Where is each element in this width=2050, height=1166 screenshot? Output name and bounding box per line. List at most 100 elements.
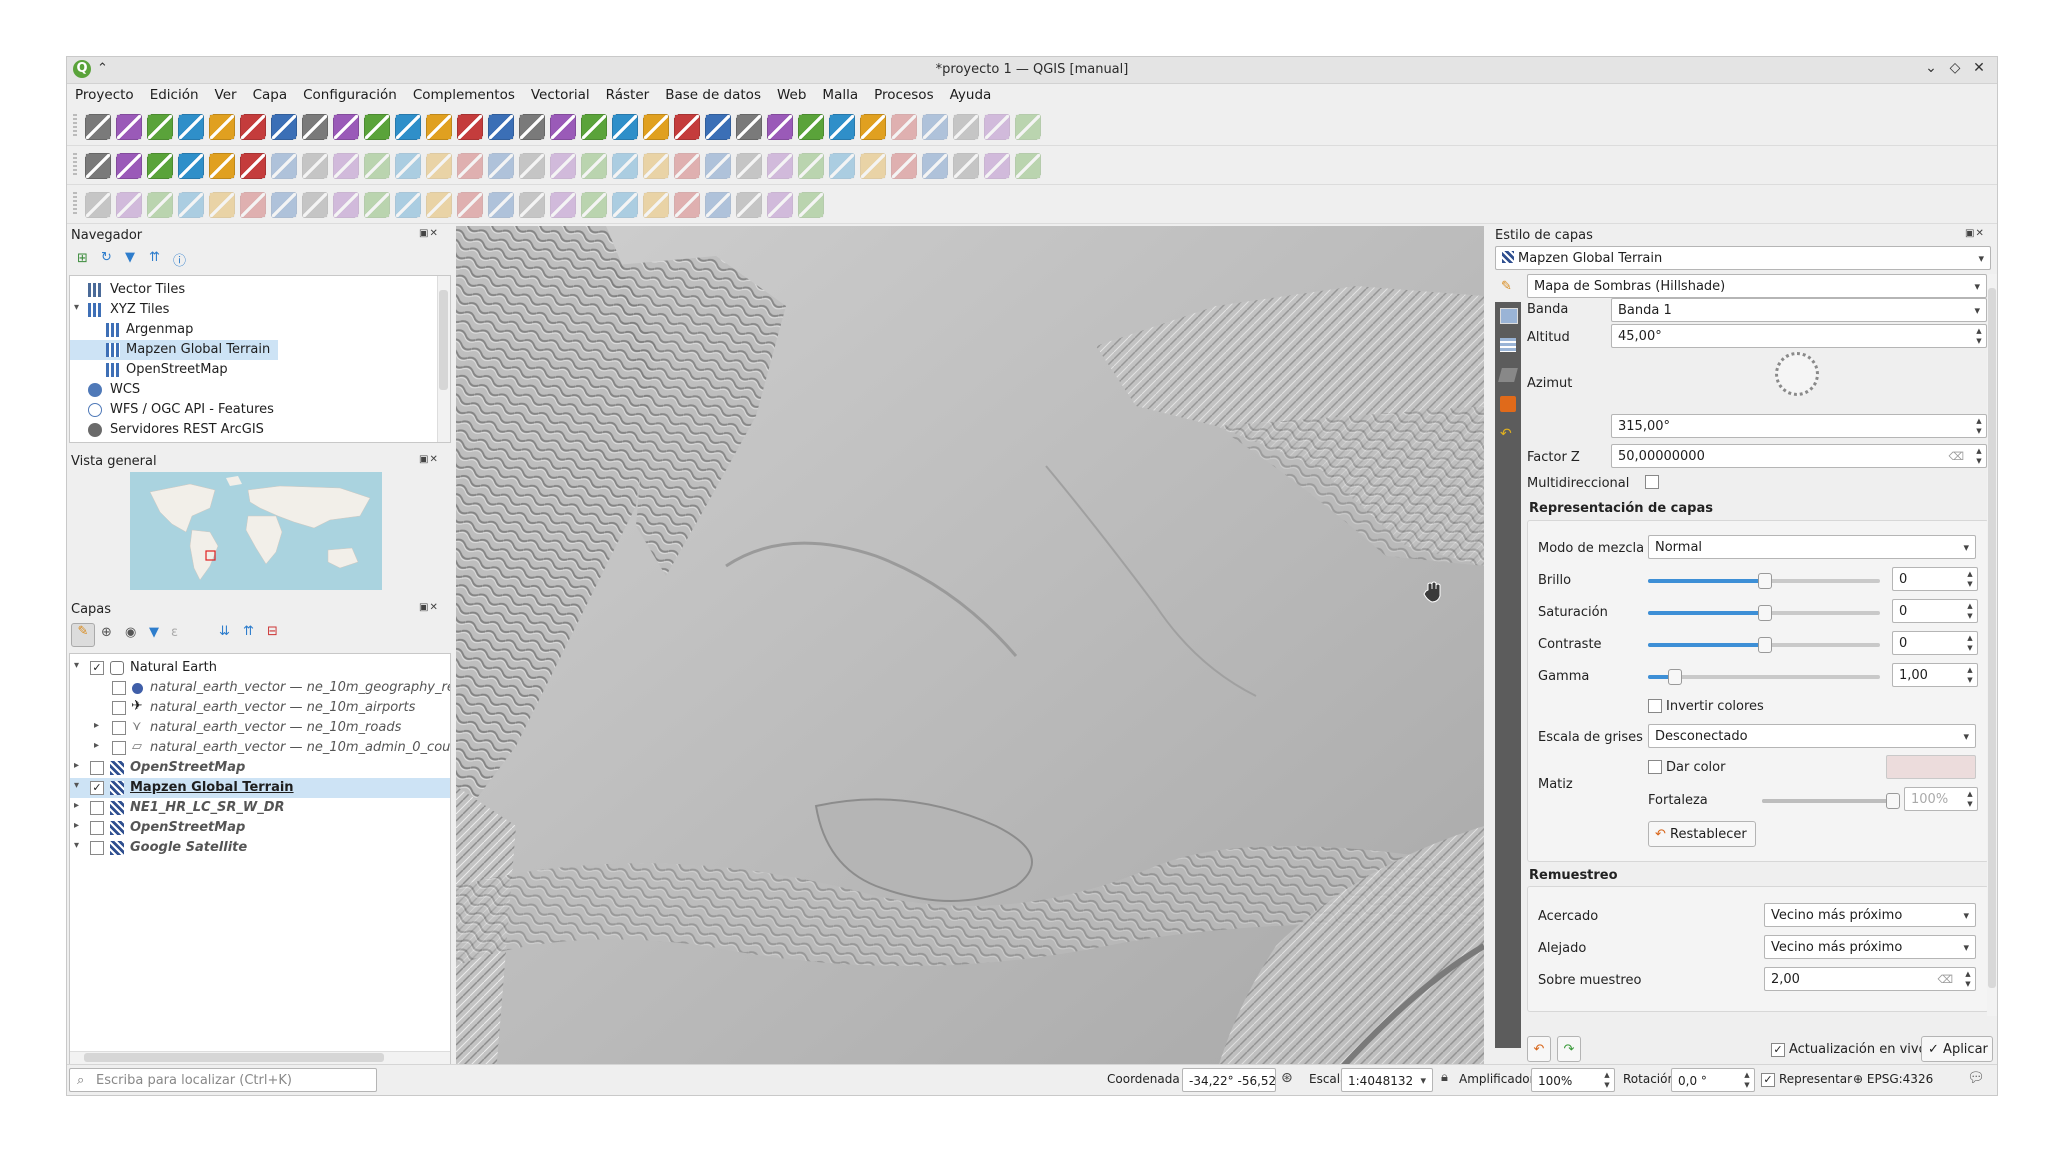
- menu-procesos[interactable]: Procesos: [866, 84, 941, 103]
- layer-item[interactable]: ▸ OpenStreetMap: [70, 818, 450, 838]
- toolbar-button-icon[interactable]: [240, 114, 266, 140]
- spin-arrows-icon[interactable]: ▲ ▼: [1965, 601, 1975, 621]
- toolbar-button-icon[interactable]: [147, 153, 173, 179]
- layer-item[interactable]: ▸ ▱ natural_earth_vector — ne_10m_admin_0_…: [70, 738, 450, 758]
- layer-group-natural-earth[interactable]: ▾ ✓ Natural Earth: [70, 658, 450, 678]
- panel-float-close-icon[interactable]: ▣✕: [419, 454, 439, 465]
- invert-colors-checkbox[interactable]: [1648, 699, 1662, 713]
- toolbar-button-icon[interactable]: [457, 192, 483, 218]
- info-icon[interactable]: ⓘ: [173, 250, 186, 269]
- toolbar-button-icon[interactable]: [519, 192, 545, 218]
- slider-handle[interactable]: [1758, 573, 1772, 589]
- clear-value-icon[interactable]: ⌫: [1948, 445, 1964, 467]
- layer-checkbox[interactable]: [112, 681, 126, 695]
- toolbar-button-icon[interactable]: [767, 192, 793, 218]
- toolbar-button-icon[interactable]: [953, 114, 979, 140]
- tree-item-xyz-tiles[interactable]: ▾ XYZ Tiles: [70, 300, 450, 320]
- menu-configuracion[interactable]: Configuración: [295, 84, 405, 103]
- slider-handle[interactable]: [1758, 637, 1772, 653]
- tree-item-arcgis-rest[interactable]: Servidores REST ArcGIS: [70, 420, 450, 440]
- spin-arrows-icon[interactable]: ▲ ▼: [1965, 789, 1975, 809]
- altitude-spinbox[interactable]: 45,00° ▲ ▼: [1611, 324, 1987, 348]
- toolbar-button-icon[interactable]: [767, 114, 793, 140]
- layer-item-selected[interactable]: ▾ ✓ Mapzen Global Terrain: [70, 778, 450, 798]
- panel-float-close-icon[interactable]: ▣✕: [1965, 228, 1985, 239]
- toolbar-button-icon[interactable]: [860, 153, 886, 179]
- zoomed-in-select[interactable]: Vecino más próximo: [1764, 903, 1976, 927]
- contrast-slider[interactable]: [1648, 637, 1880, 653]
- expanded-arrow-icon[interactable]: ▾: [74, 840, 79, 851]
- toolbar-button-icon[interactable]: [240, 192, 266, 218]
- toolbar-button-icon[interactable]: [581, 153, 607, 179]
- toolbar-button-icon[interactable]: [271, 114, 297, 140]
- toolbar-button-icon[interactable]: [333, 192, 359, 218]
- toolbar-button-icon[interactable]: [736, 192, 762, 218]
- add-selected-icon[interactable]: ⊞: [77, 251, 88, 266]
- layer-item[interactable]: ▾ Google Satellite: [70, 838, 450, 858]
- layer-checkbox[interactable]: [90, 801, 104, 815]
- toolbar-button-icon[interactable]: [581, 192, 607, 218]
- toolbar-button-icon[interactable]: [116, 114, 142, 140]
- navigator-scrollbar[interactable]: [437, 276, 450, 442]
- toolbar-button-icon[interactable]: [581, 114, 607, 140]
- tree-item-mapzen-global-terrain[interactable]: Mapzen Global Terrain: [70, 340, 278, 360]
- locator-search-input[interactable]: ⌕ Escriba para localizar (Ctrl+K): [69, 1068, 377, 1092]
- magnifier-spinbox[interactable]: 100% ▲ ▼: [1531, 1068, 1615, 1092]
- toolbar-button-icon[interactable]: [798, 153, 824, 179]
- coordinate-field[interactable]: -34,22° -56,52°: [1182, 1068, 1276, 1092]
- tab-histogram-icon[interactable]: [1500, 338, 1516, 352]
- multidirectional-checkbox[interactable]: [1645, 475, 1659, 489]
- layer-checkbox[interactable]: [90, 821, 104, 835]
- menu-ver[interactable]: Ver: [207, 84, 245, 103]
- toolbar-button-icon[interactable]: [302, 153, 328, 179]
- menu-complementos[interactable]: Complementos: [405, 84, 523, 103]
- tab-legend-icon[interactable]: [1500, 396, 1516, 412]
- lock-scale-icon[interactable]: 🔒︎: [1441, 1070, 1448, 1085]
- toolbar-button-icon[interactable]: [674, 114, 700, 140]
- toolbar-button-icon[interactable]: [457, 153, 483, 179]
- scrollbar-thumb[interactable]: [84, 1053, 384, 1062]
- toolbar-button-icon[interactable]: [85, 153, 111, 179]
- layer-checkbox[interactable]: ✓: [90, 781, 104, 795]
- spin-arrows-icon[interactable]: ▲ ▼: [1742, 1070, 1752, 1090]
- menu-raster[interactable]: Ráster: [598, 84, 658, 103]
- expanded-arrow-icon[interactable]: ▾: [74, 302, 79, 313]
- toolbar-button-icon[interactable]: [612, 153, 638, 179]
- toolbar-button-icon[interactable]: [457, 114, 483, 140]
- layer-item[interactable]: ▸ OpenStreetMap: [70, 758, 450, 778]
- redo-icon[interactable]: ↷: [1557, 1036, 1581, 1062]
- slider-handle[interactable]: [1886, 793, 1900, 809]
- toolbar-button-icon[interactable]: [364, 153, 390, 179]
- tree-item-vector-tiles[interactable]: Vector Tiles: [70, 280, 450, 300]
- refresh-icon[interactable]: ↻: [101, 250, 112, 265]
- toolbar-button-icon[interactable]: [209, 153, 235, 179]
- toolbar-grip[interactable]: [73, 114, 77, 138]
- contrast-spinbox[interactable]: 0 ▲ ▼: [1892, 631, 1978, 655]
- scale-select[interactable]: 1:4048132: [1341, 1068, 1433, 1092]
- live-update-checkbox[interactable]: ✓: [1771, 1043, 1785, 1057]
- spin-arrows-icon[interactable]: ▲ ▼: [1963, 969, 1973, 989]
- expanded-arrow-icon[interactable]: ▾: [74, 780, 79, 791]
- panel-float-close-icon[interactable]: ▣✕: [419, 228, 439, 239]
- band-select[interactable]: Banda 1: [1611, 298, 1987, 322]
- style-panel-scrollbar[interactable]: [1987, 274, 1997, 1016]
- toolbar-button-icon[interactable]: [271, 153, 297, 179]
- zoomed-out-select[interactable]: Vecino más próximo: [1764, 935, 1976, 959]
- toolbar-button-icon[interactable]: [333, 114, 359, 140]
- gamma-slider[interactable]: [1648, 669, 1880, 685]
- layer-item[interactable]: natural_earth_vector — ne_10m_geography_…: [70, 678, 450, 698]
- add-group-icon[interactable]: ⊕: [101, 625, 112, 640]
- layer-checkbox[interactable]: [112, 721, 126, 735]
- toolbar-button-icon[interactable]: [364, 114, 390, 140]
- collapsed-arrow-icon[interactable]: ▸: [74, 760, 79, 771]
- layer-item[interactable]: ▸ ⋎ natural_earth_vector — ne_10m_roads: [70, 718, 450, 738]
- strength-spinbox[interactable]: 100% ▲ ▼: [1904, 787, 1978, 811]
- menu-web[interactable]: Web: [769, 84, 814, 103]
- toolbar-button-icon[interactable]: [395, 153, 421, 179]
- spin-arrows-icon[interactable]: ▲ ▼: [1974, 446, 1984, 466]
- toolbar-button-icon[interactable]: [736, 114, 762, 140]
- tree-item-wfs[interactable]: WFS / OGC API - Features: [70, 400, 450, 420]
- menu-capa[interactable]: Capa: [245, 84, 296, 103]
- toolbar-button-icon[interactable]: [736, 153, 762, 179]
- collapsed-arrow-icon[interactable]: ▸: [74, 800, 79, 811]
